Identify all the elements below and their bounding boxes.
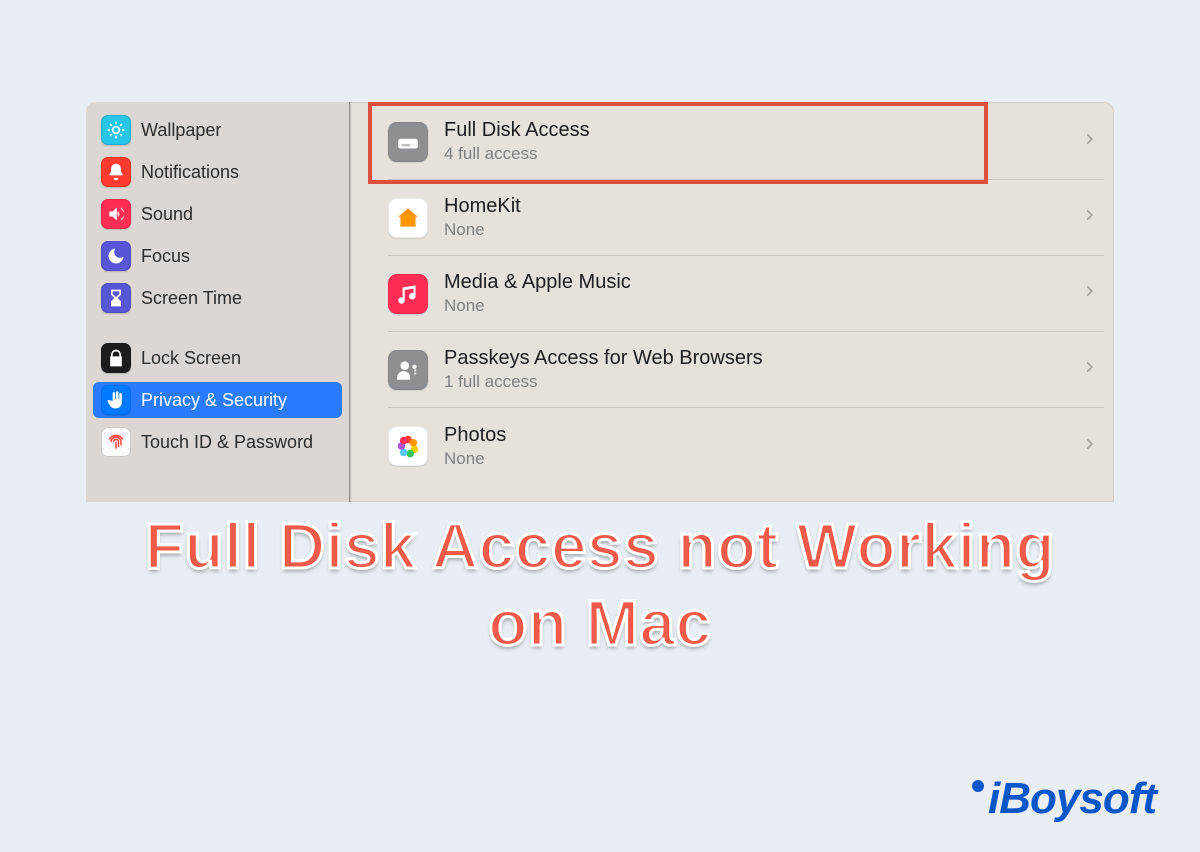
sidebar-item-label: Notifications [141, 162, 239, 183]
sidebar-item-screen-time[interactable]: Screen Time [93, 280, 342, 316]
row-title: HomeKit [444, 194, 1066, 218]
sidebar-item-focus[interactable]: Focus [93, 238, 342, 274]
row-text: Passkeys Access for Web Browsers 1 full … [444, 346, 1066, 392]
chevron-right-icon [1082, 356, 1104, 383]
lock-icon [101, 343, 131, 373]
sidebar-item-wallpaper[interactable]: Wallpaper [93, 112, 342, 148]
wallpaper-icon [101, 115, 131, 145]
sidebar-item-label: Lock Screen [141, 348, 241, 369]
sidebar-item-notifications[interactable]: Notifications [93, 154, 342, 190]
sidebar-item-label: Touch ID & Password [141, 432, 313, 453]
row-title: Media & Apple Music [444, 270, 1066, 294]
chevron-right-icon [1082, 204, 1104, 231]
notifications-icon [101, 157, 131, 187]
sidebar-item-label: Wallpaper [141, 120, 221, 141]
row-media-music[interactable]: Media & Apple Music None [388, 256, 1104, 332]
settings-sidebar: Wallpaper Notifications Sound Focus Scre [86, 102, 350, 502]
row-subtitle: None [444, 449, 1066, 469]
sidebar-divider [93, 322, 342, 340]
disk-icon [388, 122, 428, 162]
settings-window: Wallpaper Notifications Sound Focus Scre [86, 102, 1114, 502]
hand-icon [101, 385, 131, 415]
sidebar-item-label: Sound [141, 204, 193, 225]
sidebar-item-privacy-security[interactable]: Privacy & Security [93, 382, 342, 418]
row-full-disk-access[interactable]: Full Disk Access 4 full access [388, 104, 1104, 180]
watermark-logo: iBoysoft [972, 774, 1156, 824]
watermark-text: iBoysoft [988, 774, 1156, 824]
sidebar-item-sound[interactable]: Sound [93, 196, 342, 232]
article-title-caption: Full Disk Access not Working on Mac [0, 508, 1200, 662]
focus-icon [101, 241, 131, 271]
row-title: Photos [444, 423, 1066, 447]
sidebar-item-lock-screen[interactable]: Lock Screen [93, 340, 342, 376]
row-text: Media & Apple Music None [444, 270, 1066, 316]
chevron-right-icon [1082, 128, 1104, 155]
privacy-panel: Full Disk Access 4 full access HomeKit N… [350, 102, 1114, 502]
row-photos[interactable]: Photos None [388, 408, 1104, 484]
chevron-right-icon [1082, 433, 1104, 460]
passkeys-icon [388, 350, 428, 390]
row-subtitle: 1 full access [444, 372, 1066, 392]
sidebar-item-label: Focus [141, 246, 190, 267]
music-icon [388, 274, 428, 314]
fingerprint-icon [101, 427, 131, 457]
sidebar-item-label: Screen Time [141, 288, 242, 309]
photos-icon [388, 426, 428, 466]
sidebar-item-label: Privacy & Security [141, 390, 287, 411]
chevron-right-icon [1082, 280, 1104, 307]
row-title: Full Disk Access [444, 118, 1066, 142]
row-text: Photos None [444, 423, 1066, 469]
watermark-dot [972, 780, 984, 792]
sidebar-item-touch-id[interactable]: Touch ID & Password [93, 424, 342, 460]
row-passkeys[interactable]: Passkeys Access for Web Browsers 1 full … [388, 332, 1104, 408]
caption-line-1: Full Disk Access not Working [0, 508, 1200, 585]
sound-icon [101, 199, 131, 229]
row-text: Full Disk Access 4 full access [444, 118, 1066, 164]
row-title: Passkeys Access for Web Browsers [444, 346, 1066, 370]
row-subtitle: 4 full access [444, 144, 1066, 164]
row-subtitle: None [444, 296, 1066, 316]
row-text: HomeKit None [444, 194, 1066, 240]
caption-line-2: on Mac [0, 585, 1200, 662]
row-homekit[interactable]: HomeKit None [388, 180, 1104, 256]
row-subtitle: None [444, 220, 1066, 240]
screen-time-icon [101, 283, 131, 313]
home-icon [388, 198, 428, 238]
